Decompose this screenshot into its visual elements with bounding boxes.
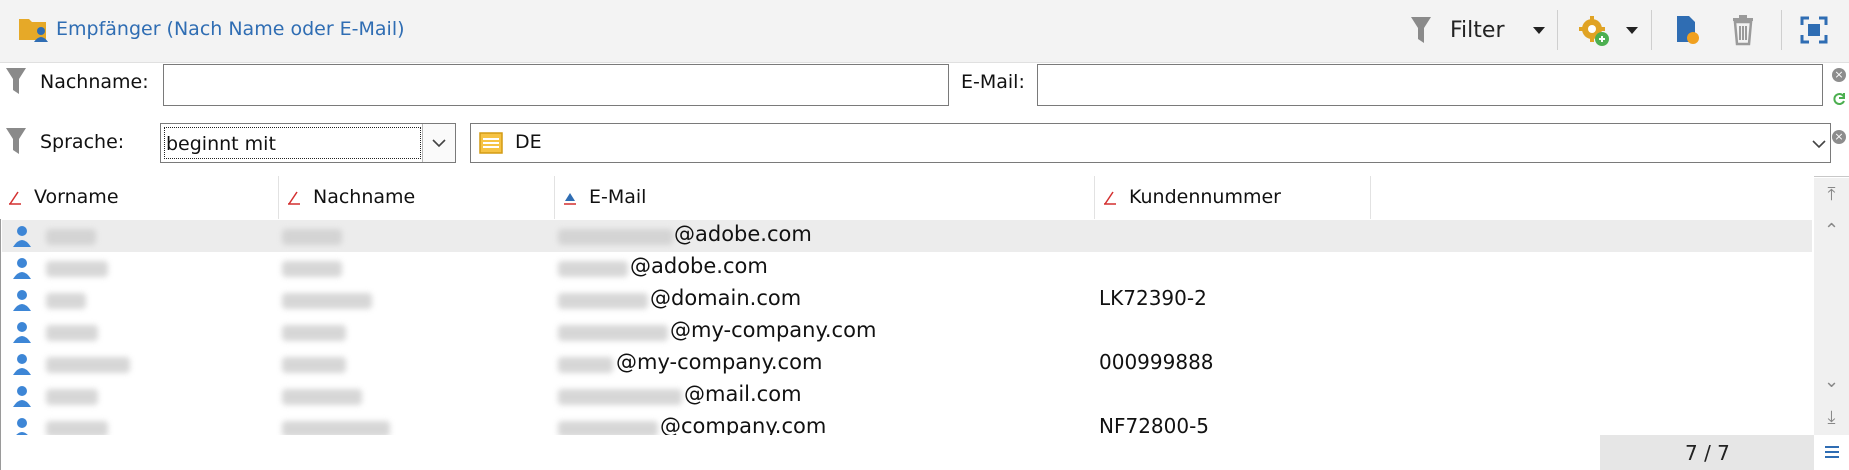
redacted-last-name [282,261,342,277]
email-cell: @mail.com [684,382,802,406]
table-row[interactable]: @my-company.com 000999888 [2,348,1812,380]
column-label: Kundennummer [1129,186,1281,208]
person-icon [13,322,31,343]
toolbar-separator [1781,10,1782,50]
email-cell: @company.com [660,414,827,435]
sprache-filter-funnel-icon [6,128,26,154]
email-cell: @my-company.com [670,318,877,342]
redacted-email-prefix [558,389,682,405]
email-label: E-Mail: [961,71,1025,93]
vertical-scrollbar[interactable]: ⤒ ⌃ ⌄ ⤓ [1814,178,1849,435]
person-icon [13,226,31,247]
redacted-last-name [282,229,342,245]
column-header-kundennummer[interactable]: Kundennummer [1095,176,1371,219]
sprache-value-field[interactable]: DE [470,123,1831,163]
list-menu-icon[interactable] [1824,444,1840,460]
operator-dropdown-button[interactable] [422,124,455,162]
redacted-first-name [46,293,86,309]
redacted-email-prefix [558,229,673,245]
grid-header: Vorname Nachname E-Mail Kundennummer [0,176,1814,219]
column-label: E-Mail [589,186,647,208]
customer-number-cell: NF72800-5 [1099,414,1210,435]
clear-row2-icon[interactable]: × [1832,130,1846,144]
redacted-last-name [282,293,372,309]
table-row[interactable]: @domain.com LK72390-2 [2,284,1812,316]
nachname-input[interactable] [163,64,949,106]
table-row[interactable]: @my-company.com [2,316,1812,348]
redacted-last-name [282,325,346,341]
nachname-filter-funnel-icon [6,68,26,94]
redacted-first-name [46,261,108,277]
redacted-first-name [46,325,98,341]
email-cell: @adobe.com [674,222,812,246]
email-cell: @adobe.com [630,254,768,278]
person-icon [13,386,31,407]
record-count: 7 / 7 [1685,441,1730,465]
email-cell: @my-company.com [616,350,823,374]
redacted-email-prefix [558,261,628,277]
toolbar-separator [1557,10,1558,50]
filter-button-label[interactable]: Filter [1450,18,1504,43]
clear-row1-icon[interactable]: × [1832,68,1846,82]
redacted-email-prefix [558,421,658,435]
table-row[interactable]: @company.com NF72800-5 [2,412,1812,435]
sortable-icon [288,191,300,205]
funnel-icon[interactable] [1411,17,1431,43]
refresh-icon[interactable] [1832,92,1846,106]
redacted-first-name [46,229,96,245]
redacted-first-name [46,421,108,435]
folder-person-icon [19,19,48,42]
column-header-email[interactable]: E-Mail [555,176,1095,219]
person-icon [13,354,31,375]
redacted-last-name [282,421,390,435]
gear-dropdown-arrow-icon[interactable] [1626,27,1638,34]
trash-icon[interactable] [1730,14,1756,46]
scroll-down-icon[interactable]: ⌄ [1814,365,1849,399]
toolbar: Empfänger (Nach Name oder E-Mail) Filter [0,0,1849,63]
sprache-label: Sprache: [40,131,125,153]
customer-number-cell: 000999888 [1099,350,1214,374]
chevron-down-icon[interactable] [1812,139,1826,149]
person-icon [13,290,31,311]
toolbar-separator [1651,10,1652,50]
redacted-email-prefix [558,357,613,373]
email-input[interactable] [1037,64,1823,106]
window-title[interactable]: Empfänger (Nach Name oder E-Mail) [56,18,405,40]
table-row[interactable]: @mail.com [2,380,1812,412]
person-icon [16,418,28,435]
email-cell: @domain.com [650,286,802,310]
sortable-icon [1104,191,1116,205]
list-value-icon [479,132,503,154]
redacted-email-prefix [558,293,648,309]
table-row[interactable]: @adobe.com [2,220,1812,252]
customer-number-cell: LK72390-2 [1099,286,1207,310]
chevron-down-icon [432,139,446,148]
new-record-icon[interactable] [1673,14,1701,46]
nachname-label: Nachname: [40,71,149,93]
sortable-icon [9,191,21,205]
column-header-vorname[interactable]: Vorname [0,176,279,219]
sort-ascending-icon [564,193,576,205]
redacted-first-name [46,389,98,405]
scroll-to-bottom-icon[interactable]: ⤓ [1814,401,1849,435]
sprache-value: DE [515,131,542,153]
redacted-last-name [282,389,362,405]
gear-add-icon[interactable] [1578,15,1610,47]
operator-value: beginnt mit [164,127,421,159]
scroll-to-top-icon[interactable]: ⤒ [1814,178,1849,212]
column-header-nachname[interactable]: Nachname [279,176,555,219]
table-row[interactable]: @adobe.com [2,252,1812,284]
scroll-up-icon[interactable]: ⌃ [1814,214,1849,248]
redacted-last-name [282,357,346,373]
operator-select[interactable]: beginnt mit [160,123,456,163]
redacted-email-prefix [558,325,668,341]
column-label: Vorname [34,186,119,208]
filter-dropdown-arrow-icon[interactable] [1533,27,1545,34]
person-icon [13,258,31,279]
column-label: Nachname [313,186,416,208]
redacted-first-name [46,357,130,373]
fullscreen-icon[interactable] [1800,16,1828,44]
